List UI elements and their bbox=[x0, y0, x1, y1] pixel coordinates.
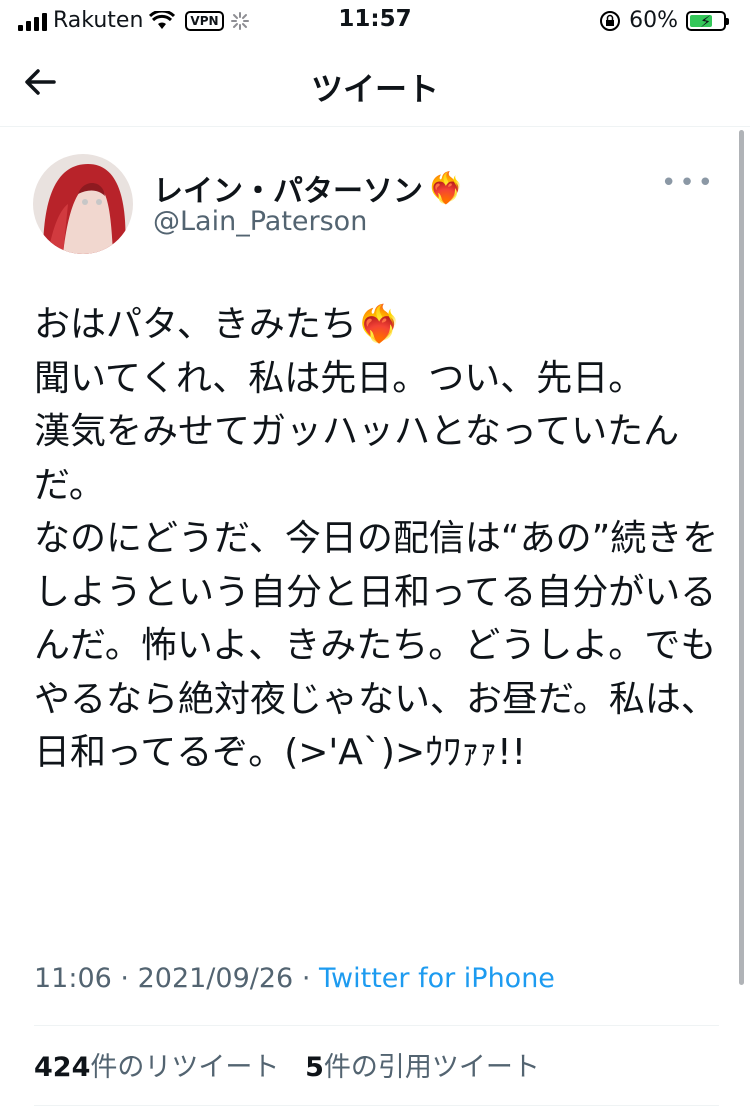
battery-percent: 60% bbox=[629, 8, 678, 33]
nav-bar: ツイート bbox=[0, 40, 750, 127]
avatar[interactable] bbox=[33, 154, 133, 254]
more-options-icon[interactable]: ••• bbox=[661, 168, 716, 198]
meta-separator: · bbox=[120, 963, 129, 994]
author-name[interactable]: レイン・パターソン ❤️‍🔥 bbox=[153, 166, 464, 210]
quotes-stat[interactable]: 5件の引用ツイート bbox=[305, 1052, 540, 1083]
tweet-text: おはパタ、きみたち❤️‍🔥 聞いてくれ、私は先日。つい、先日。 漢気をみせてガッ… bbox=[34, 304, 719, 773]
divider bbox=[34, 1105, 719, 1106]
divider bbox=[34, 1025, 719, 1026]
battery-icon: ⚡ bbox=[686, 10, 729, 31]
tweet-date[interactable]: 2021/09/26 bbox=[138, 963, 294, 994]
scrollbar[interactable] bbox=[739, 130, 744, 985]
tweet-time[interactable]: 11:06 bbox=[34, 963, 112, 994]
status-right: 60% ⚡ bbox=[599, 8, 729, 33]
page-title: ツイート bbox=[310, 70, 439, 108]
meta-separator: · bbox=[301, 963, 311, 994]
heart-on-fire-icon: ❤️‍🔥 bbox=[427, 170, 465, 206]
author-display-name: レイン・パターソン bbox=[153, 174, 423, 209]
orientation-lock-icon bbox=[600, 10, 621, 31]
author-handle[interactable]: @Lain_Paterson bbox=[153, 206, 367, 237]
tweet-stats: 424件のリツイート 5件の引用ツイート bbox=[34, 1045, 540, 1084]
status-bar: Rakuten VPN 11:57 60% ⚡ bbox=[0, 0, 750, 40]
tweet-source-link[interactable]: Twitter for iPhone bbox=[319, 963, 555, 994]
tweet-meta: 11:06 · 2021/09/26 · Twitter for iPhone bbox=[34, 963, 555, 994]
retweets-stat[interactable]: 424件のリツイート bbox=[34, 1052, 279, 1083]
